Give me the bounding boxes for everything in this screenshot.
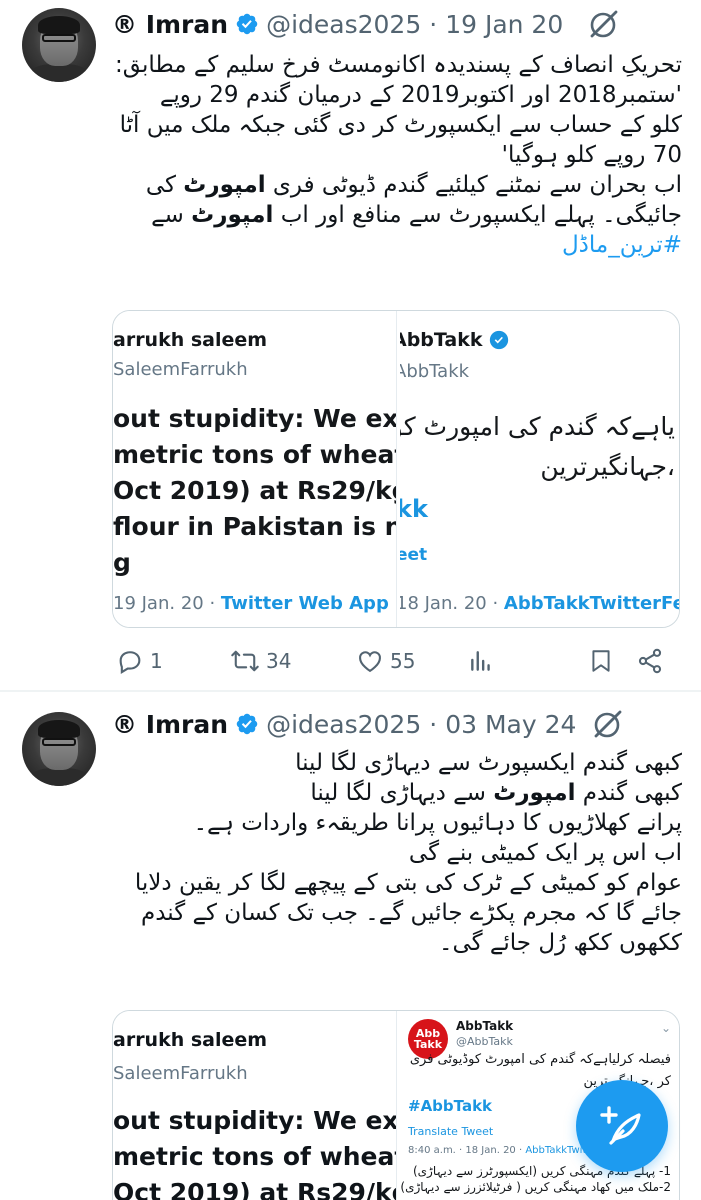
retweet-button[interactable]: 34	[230, 647, 291, 675]
share-icon	[638, 648, 662, 674]
handle[interactable]: @ideas2025	[266, 710, 421, 739]
bookmark-icon	[592, 650, 610, 672]
verified-badge-icon	[236, 713, 258, 735]
display-name[interactable]: ® Imran	[112, 710, 228, 739]
avatar[interactable]	[22, 8, 96, 82]
quoted-footer: 8:40 a.m. · 18 Jan. 20 · AbbTakkTwitt	[408, 1145, 591, 1156]
grok-icon[interactable]	[586, 8, 620, 42]
separator: ·	[429, 709, 438, 739]
analytics-icon	[471, 651, 490, 671]
retweet-icon	[231, 650, 259, 672]
retweet-count: 34	[266, 649, 292, 673]
quoted-author-name: arrukh saleem	[113, 1029, 268, 1051]
quoted-footer: 19 Jan. 20 · Twitter Web App	[113, 593, 389, 614]
verified-badge-icon	[489, 330, 508, 350]
quoted-link: kk	[400, 495, 428, 523]
quoted-screenshot-right[interactable]: AbbTakk AbbTakk یاہےکہ گندم کی امپورٹ کو…	[400, 311, 680, 627]
quoted-footer: 18 Jan. 20 · AbbTakkTwitterFee	[400, 593, 680, 614]
like-button[interactable]: 55	[356, 647, 415, 675]
quoted-screenshot-left[interactable]: arrukh saleem SaleemFarrukh out stupidit…	[113, 1011, 397, 1200]
separator: ·	[429, 9, 438, 39]
reply-count: 1	[150, 649, 163, 673]
quoted-text: out stupidity: We expor metric tons of w…	[113, 1106, 397, 1200]
like-count: 55	[390, 649, 416, 673]
action-bar: 1 34 55	[112, 646, 672, 676]
tweet-header: ® Imran @ideas2025 · 03 May 24	[112, 706, 576, 742]
grok-icon[interactable]	[590, 708, 624, 742]
timestamp[interactable]: 19 Jan 20	[445, 10, 563, 39]
share-button[interactable]	[636, 647, 664, 675]
tweet-text: کبھی گندم ایکسپورٹ سے دیہاڑی لگا لینا کب…	[134, 750, 682, 956]
quoted-translate: Translate Tweet	[408, 1125, 494, 1138]
compose-post-icon	[600, 1106, 641, 1145]
quoted-text: out stupidity: We expor metric tons of w…	[113, 404, 397, 577]
compose-post-button[interactable]	[576, 1080, 668, 1172]
quoted-hashtag: #AbbTakk	[408, 1097, 493, 1115]
quoted-author-handle: SaleemFarrukh	[113, 359, 248, 380]
display-name[interactable]: ® Imran	[112, 10, 228, 39]
quoted-translate: eet	[400, 545, 428, 565]
quoted-text: یاہےکہ گندم کی امپورٹ کو ،جہانگیرترین	[400, 412, 675, 481]
quoted-author-name: AbbTakk	[400, 329, 509, 351]
quoted-author-handle: SaleemFarrukh	[113, 1063, 248, 1084]
like-icon	[359, 651, 381, 673]
quoted-author-name: arrukh saleem	[113, 329, 268, 351]
quoted-author-handle: @AbbTakk	[456, 1035, 513, 1048]
tweet[interactable]: ® Imran @ideas2025 · 19 Jan 20 تحریکِ ان…	[0, 0, 701, 690]
quoted-screenshot-left[interactable]: arrukh saleem SaleemFarrukh out stupidit…	[113, 311, 397, 627]
quoted-author-handle: AbbTakk	[400, 361, 470, 382]
quoted-author-name: AbbTakk	[456, 1019, 514, 1033]
handle[interactable]: @ideas2025	[266, 10, 421, 39]
timestamp[interactable]: 03 May 24	[445, 710, 576, 739]
chevron-down-icon: ⌄	[660, 1021, 671, 1035]
tweet-header: ® Imran @ideas2025 · 19 Jan 20	[112, 6, 563, 42]
reply-button[interactable]: 1	[116, 647, 163, 675]
media-attachment[interactable]: arrukh saleem SaleemFarrukh out stupidit…	[112, 310, 680, 628]
analytics-button[interactable]	[468, 648, 494, 674]
hashtag-link[interactable]: #ترین_ماڈل	[112, 230, 682, 260]
avatar[interactable]	[22, 712, 96, 786]
tweet-text: تحریکِ انصاف کے پسندیدہ اکانومسٹ فرخ سلی…	[112, 50, 682, 260]
verified-badge-icon	[236, 13, 258, 35]
reply-icon	[119, 651, 141, 674]
bookmark-button[interactable]	[588, 647, 614, 675]
